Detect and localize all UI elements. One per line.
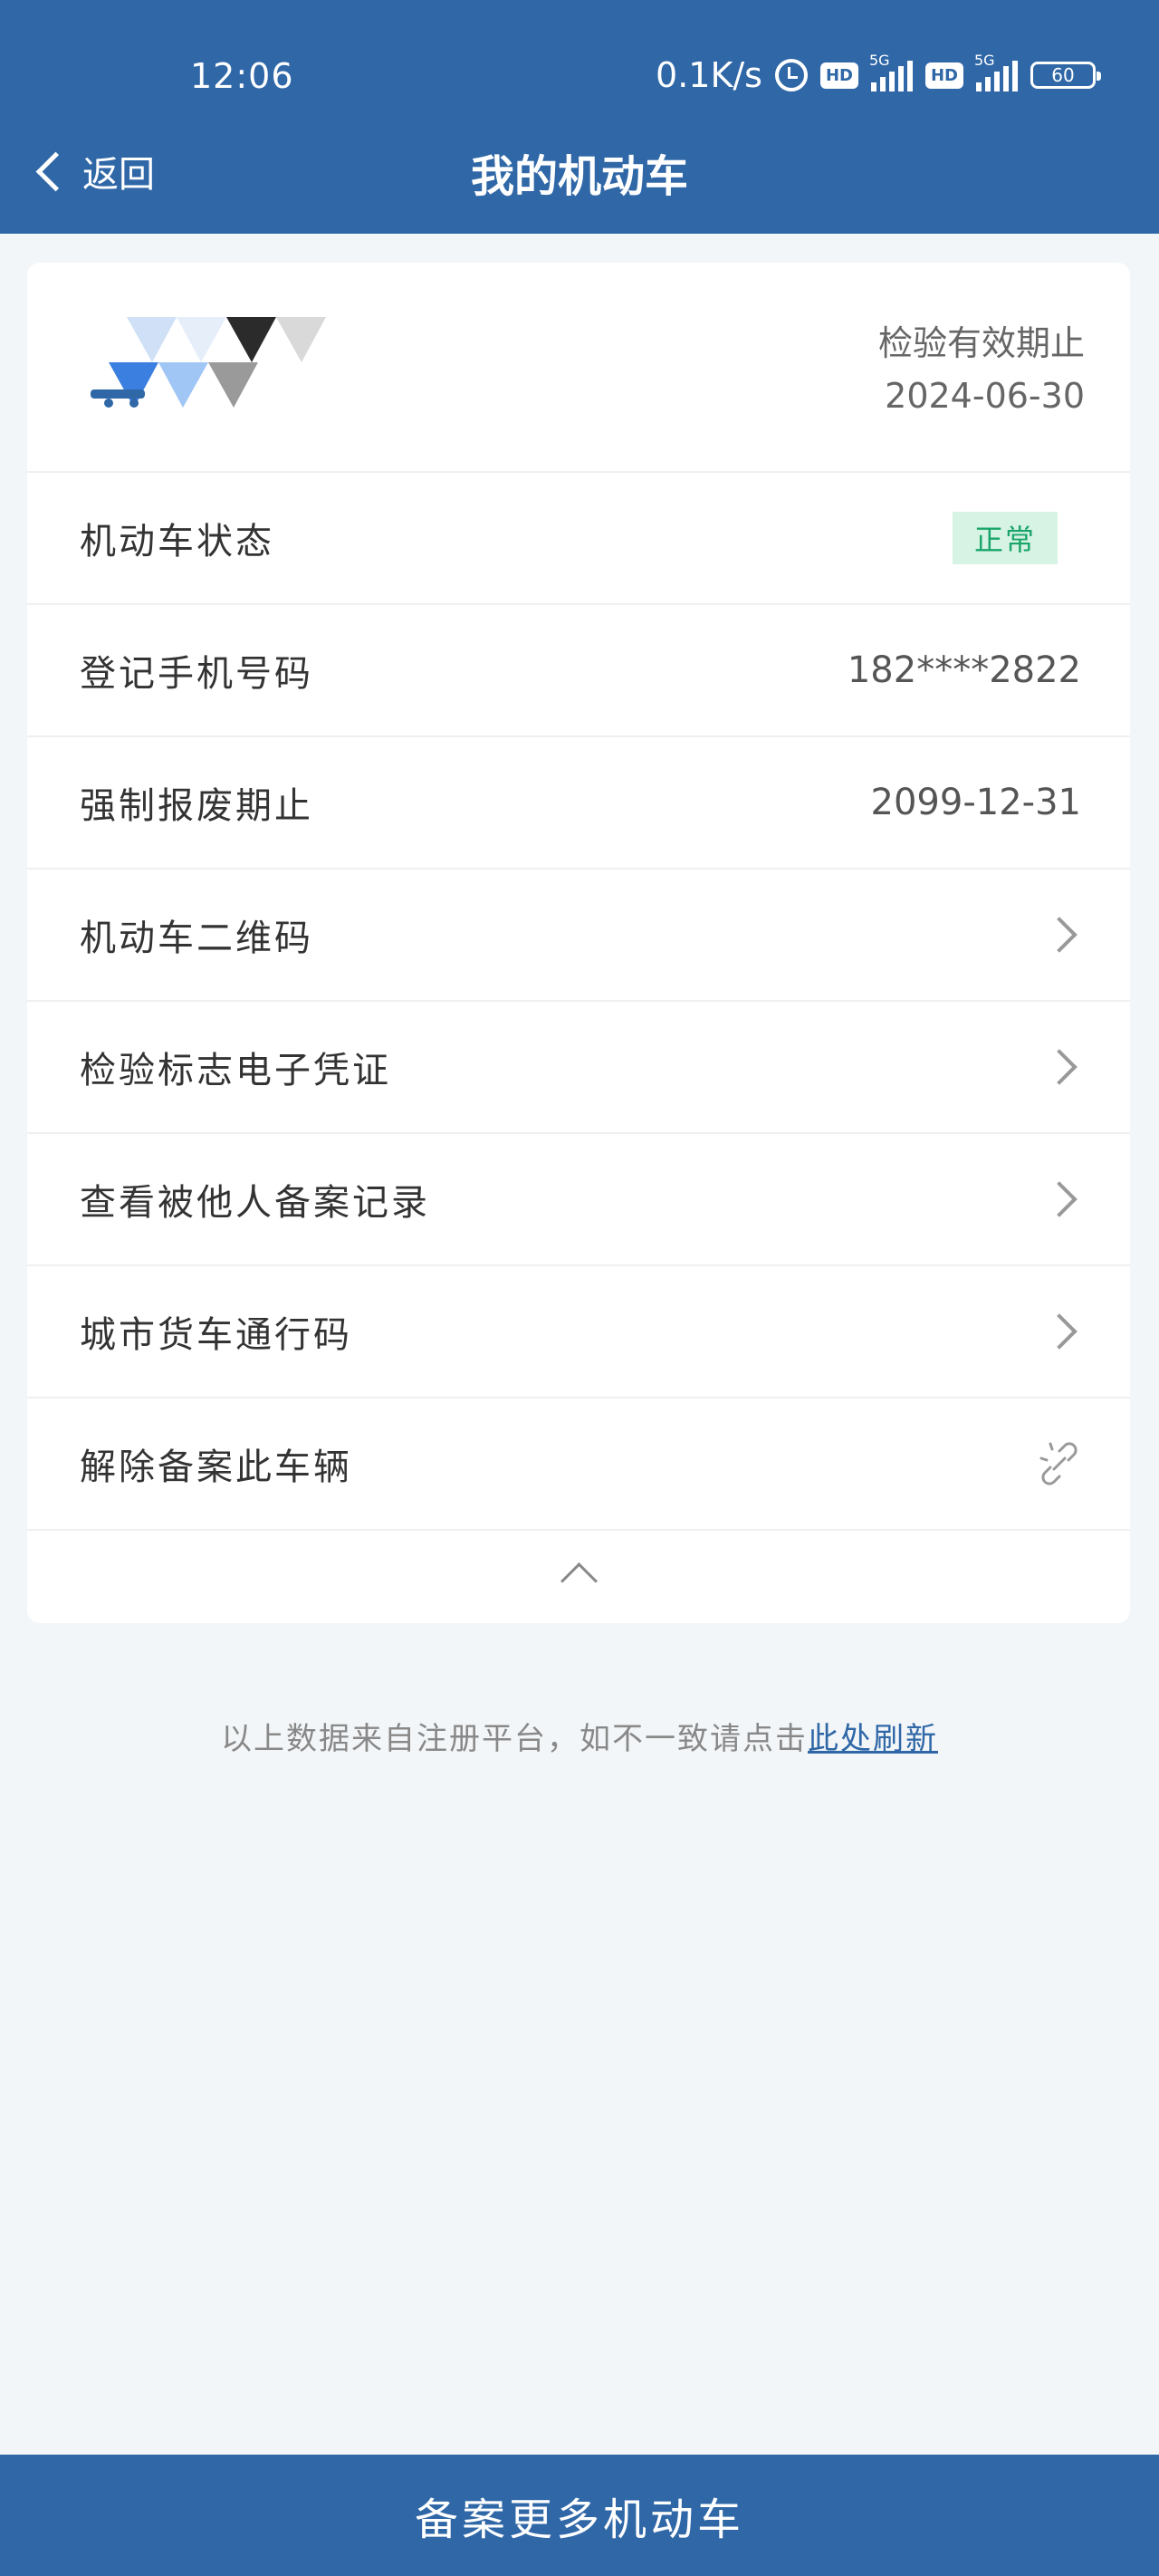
row-filing-records[interactable]: 查看被他人备案记录 — [27, 1134, 1130, 1266]
battery-icon: 60 — [1030, 62, 1101, 89]
status-badge: 正常 — [952, 512, 1058, 564]
inspection-info: 检验有效期止 2024-06-30 — [878, 317, 1085, 422]
phone-value: 182****2822 — [847, 649, 1081, 691]
vehicle-logo-icon — [91, 317, 326, 408]
scrap-value: 2099-12-31 — [870, 782, 1081, 823]
row-scrap-date: 强制报废期止 2099-12-31 — [27, 737, 1130, 870]
network-type-label-2: 5G — [974, 52, 995, 69]
row-phone: 登记手机号码 182****2822 — [27, 605, 1130, 737]
chevron-right-icon — [1041, 917, 1078, 953]
unbind-label: 解除备案此车辆 — [80, 1447, 352, 1488]
inspection-date: 2024-06-30 — [885, 376, 1085, 416]
chevron-right-icon — [1041, 1313, 1078, 1350]
row-vehicle-status: 机动车状态 正常 — [27, 473, 1130, 605]
vehicle-status-label: 机动车状态 — [80, 521, 274, 562]
header: 12:06 0.1K/s HD 5G HD 5G 60 返回 我的机动车 — [0, 0, 1159, 234]
collapse-toggle[interactable] — [27, 1531, 1130, 1614]
row-truck-pass[interactable]: 城市货车通行码 — [27, 1266, 1130, 1399]
data-source-text: 以上数据来自注册平台，如不一致请点击 — [221, 1721, 808, 1757]
data-source-note: 以上数据来自注册平台，如不一致请点击此处刷新 — [0, 1714, 1159, 1758]
battery-level: 60 — [1051, 64, 1075, 86]
chevron-up-icon — [560, 1562, 598, 1600]
e-certificate-label: 检验标志电子凭证 — [80, 1050, 391, 1091]
signal-icon: 5G — [869, 52, 913, 91]
vehicle-qr-label: 机动车二维码 — [80, 918, 313, 959]
row-unbind-vehicle[interactable]: 解除备案此车辆 — [27, 1399, 1130, 1531]
chevron-right-icon — [1041, 1049, 1078, 1085]
alarm-icon — [774, 59, 808, 91]
signal-icon-2: 5G — [974, 52, 1018, 91]
status-time: 12:06 — [190, 56, 294, 96]
vehicle-card: 检验有效期止 2024-06-30 机动车状态 正常 登记手机号码 182***… — [27, 263, 1130, 1623]
row-e-certificate[interactable]: 检验标志电子凭证 — [27, 1002, 1130, 1134]
refresh-link[interactable]: 此处刷新 — [808, 1721, 938, 1757]
network-type-label: 5G — [868, 52, 890, 69]
truck-pass-label: 城市货车通行码 — [80, 1314, 352, 1356]
row-vehicle-qr[interactable]: 机动车二维码 — [27, 870, 1130, 1002]
page-title: 我的机动车 — [470, 151, 688, 202]
unlink-icon — [1039, 1442, 1078, 1485]
net-speed: 0.1K/s — [656, 55, 762, 95]
hd-icon-2: HD — [924, 62, 963, 89]
scrap-label: 强制报废期止 — [80, 785, 313, 827]
inspection-label: 检验有效期止 — [877, 323, 1085, 363]
chevron-right-icon — [1041, 1181, 1078, 1217]
status-icons: 0.1K/s HD 5G HD 5G 60 — [656, 52, 1101, 98]
filing-records-label: 查看被他人备案记录 — [80, 1182, 430, 1224]
register-more-button[interactable]: 备案更多机动车 — [0, 2455, 1159, 2576]
vehicle-summary: 检验有效期止 2024-06-30 — [27, 263, 1130, 473]
phone-label: 登记手机号码 — [80, 653, 313, 695]
hd-icon: HD — [819, 62, 858, 89]
